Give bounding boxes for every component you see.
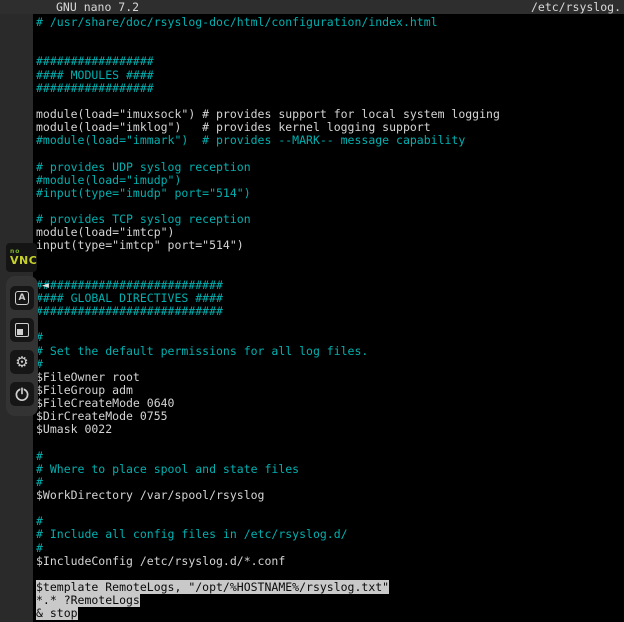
terminal[interactable]: # /usr/share/doc/rsyslog-doc/html/config… xyxy=(33,14,624,622)
panel-collapse-handle[interactable]: ◄ xyxy=(42,281,49,291)
fullscreen-button[interactable] xyxy=(10,318,34,342)
novnc-logo-tab[interactable]: no VNC xyxy=(6,243,37,272)
editor-line: *.* ?RemoteLogs xyxy=(36,594,624,607)
editor-line: # Set the default permissions for all lo… xyxy=(36,345,624,358)
novnc-logo-vnc: VNC xyxy=(10,255,37,266)
power-button[interactable] xyxy=(10,382,34,406)
editor-line xyxy=(36,318,624,331)
editor-line xyxy=(36,502,624,515)
nano-filename: /etc/rsyslog. xyxy=(531,0,621,14)
editor-line: $DirCreateMode 0755 xyxy=(36,410,624,423)
editor-line xyxy=(36,253,624,266)
editor-line: $IncludeConfig /etc/rsyslog.d/*.conf xyxy=(36,555,624,568)
extra-keys-button[interactable]: A xyxy=(10,286,34,310)
editor-line: ################# xyxy=(36,82,624,95)
editor-line xyxy=(36,437,624,450)
editor-line xyxy=(36,29,624,42)
editor-lines: # /usr/share/doc/rsyslog-doc/html/config… xyxy=(36,16,624,620)
nano-titlebar: GNU nano 7.2 /etc/rsyslog. xyxy=(0,0,624,14)
editor-line: $Umask 0022 xyxy=(36,423,624,436)
editor-line: # Where to place spool and state files xyxy=(36,463,624,476)
editor-line: input(type="imtcp" port="514") xyxy=(36,239,624,252)
editor-line: # Include all config files in /etc/rsysl… xyxy=(36,528,624,541)
editor-line: #input(type="imudp" port="514") xyxy=(36,187,624,200)
editor-line: ########################### xyxy=(36,305,624,318)
nano-app-title: GNU nano 7.2 xyxy=(56,0,139,14)
settings-button[interactable]: ⚙ xyxy=(10,350,34,374)
gear-icon: ⚙ xyxy=(15,355,28,370)
editor-line: & stop xyxy=(36,607,624,620)
fullscreen-icon xyxy=(15,323,29,337)
novnc-control-panel: A ⚙ xyxy=(6,276,38,416)
keyboard-a-icon: A xyxy=(15,291,29,305)
power-icon xyxy=(13,385,31,403)
editor-line: #module(load="immark") # provides --MARK… xyxy=(36,134,624,147)
editor-line: # /usr/share/doc/rsyslog-doc/html/config… xyxy=(36,16,624,29)
editor-line: $WorkDirectory /var/spool/rsyslog xyxy=(36,489,624,502)
